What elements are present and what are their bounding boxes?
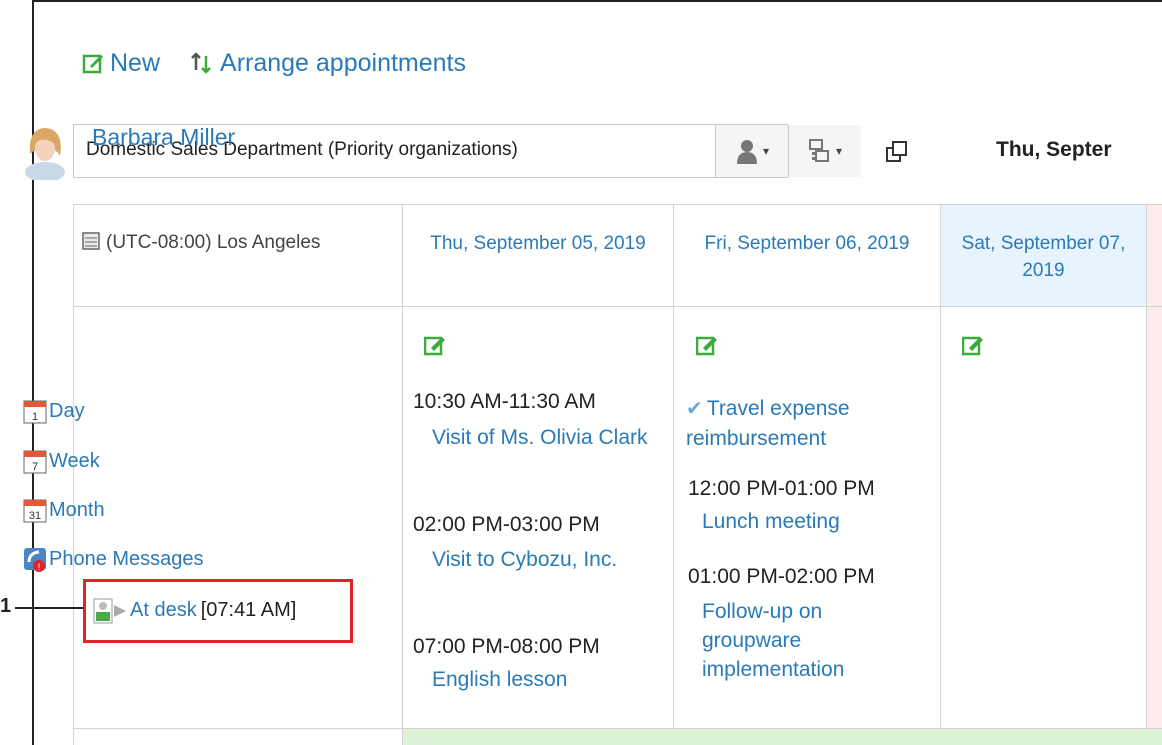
selector-buttons: ▾ ▾ [715,125,861,177]
day-header-label: Sat, September 07, 2019 [961,233,1126,281]
callout-line [15,607,83,609]
chevron-down-icon: ▾ [835,144,843,158]
week-link-label: Week [49,449,100,472]
day-header-sun [1146,204,1162,306]
event-link[interactable]: Visit of Ms. Olivia Clark [432,423,662,452]
event-time: 01:00 PM-02:00 PM [688,565,875,588]
todo-label: Travel expense reimbursement [686,397,850,450]
new-appointment-button[interactable]: New [82,49,160,78]
arrange-label: Arrange appointments [220,48,466,77]
organization-icon [808,139,829,162]
arrange-appointments-button[interactable]: Arrange appointments [188,49,466,78]
month-link-label: Month [49,498,105,521]
calendar-month-icon: 31 [23,499,47,523]
week-view-link[interactable]: 7 Week [23,448,100,474]
add-appointment-icon[interactable] [424,334,446,356]
day-header-fri[interactable]: Fri, September 06, 2019 [673,204,940,306]
phone-message-icon: ! [24,548,46,572]
day-cell-sun [1146,306,1162,728]
timezone-header: (UTC-08:00) Los Angeles [73,204,402,306]
toolbar: New Arrange appointments [82,45,466,81]
checkmark-icon: ✔ [686,398,703,420]
presence-status: At desk [07:41 AM] [92,595,296,625]
day-header-sat[interactable]: Sat, September 07, 2019 [940,204,1146,306]
month-view-link[interactable]: 31 Month [23,497,105,523]
event-time: 12:00 PM-01:00 PM [688,477,875,500]
presence-icon [93,598,126,624]
event-link[interactable]: Follow-up on groupware implementation [702,597,897,684]
user-avatar[interactable] [22,124,68,180]
footer-cell [73,728,402,745]
chevron-down-icon: ▾ [762,144,770,158]
new-label: New [110,48,161,77]
todo-item[interactable]: ✔ Travel expense reimbursement [686,394,926,453]
add-appointment-icon[interactable] [962,334,984,356]
arrange-arrows-icon [191,52,211,74]
user-icon [736,140,757,164]
timezone-label: (UTC-08:00) Los Angeles [106,232,321,253]
event-time: 02:00 PM-03:00 PM [413,513,600,536]
svg-text:1: 1 [32,411,38,423]
presence-time: [07:41 AM] [200,598,297,621]
calendar-week-icon: 7 [23,450,47,474]
current-date-title: Thu, Septer [996,138,1112,161]
schedule-grid: (UTC-08:00) Los Angeles Thu, September 0… [73,204,1162,745]
phone-messages-link[interactable]: ! Phone Messages [23,546,204,572]
presence-status-link[interactable]: At desk [130,599,197,622]
user-picker-button[interactable]: ▾ [715,125,788,177]
day-link-label: Day [49,399,85,422]
svg-text:7: 7 [32,461,38,473]
add-appointment-icon[interactable] [696,334,718,356]
open-window-icon[interactable] [885,140,909,164]
day-header-thu[interactable]: Thu, September 05, 2019 [402,204,673,306]
svg-text:!: ! [38,562,41,572]
event-link[interactable]: Lunch meeting [702,507,922,536]
svg-text:31: 31 [29,510,41,522]
day-cell-sat [940,306,1146,728]
event-link[interactable]: Visit to Cybozu, Inc. [432,545,642,574]
event-time: 10:30 AM-11:30 AM [413,390,596,413]
new-edit-icon [82,54,103,74]
event-time: 07:00 PM-08:00 PM [413,635,600,658]
organization-picker-button[interactable]: ▾ [788,125,861,177]
footer-cell [402,728,1162,745]
calendar-day-icon: 1 [23,400,47,424]
event-link[interactable]: English lesson [432,665,652,694]
day-header-label: Fri, September 06, 2019 [704,233,910,254]
server-icon [82,232,100,250]
user-name-link[interactable]: Barbara Miller [92,124,235,151]
callout-number: 1 [0,595,12,617]
day-view-link[interactable]: 1 Day [23,398,85,424]
day-header-label: Thu, September 05, 2019 [430,233,646,254]
phone-messages-label: Phone Messages [49,547,204,570]
user-cell [73,306,402,728]
